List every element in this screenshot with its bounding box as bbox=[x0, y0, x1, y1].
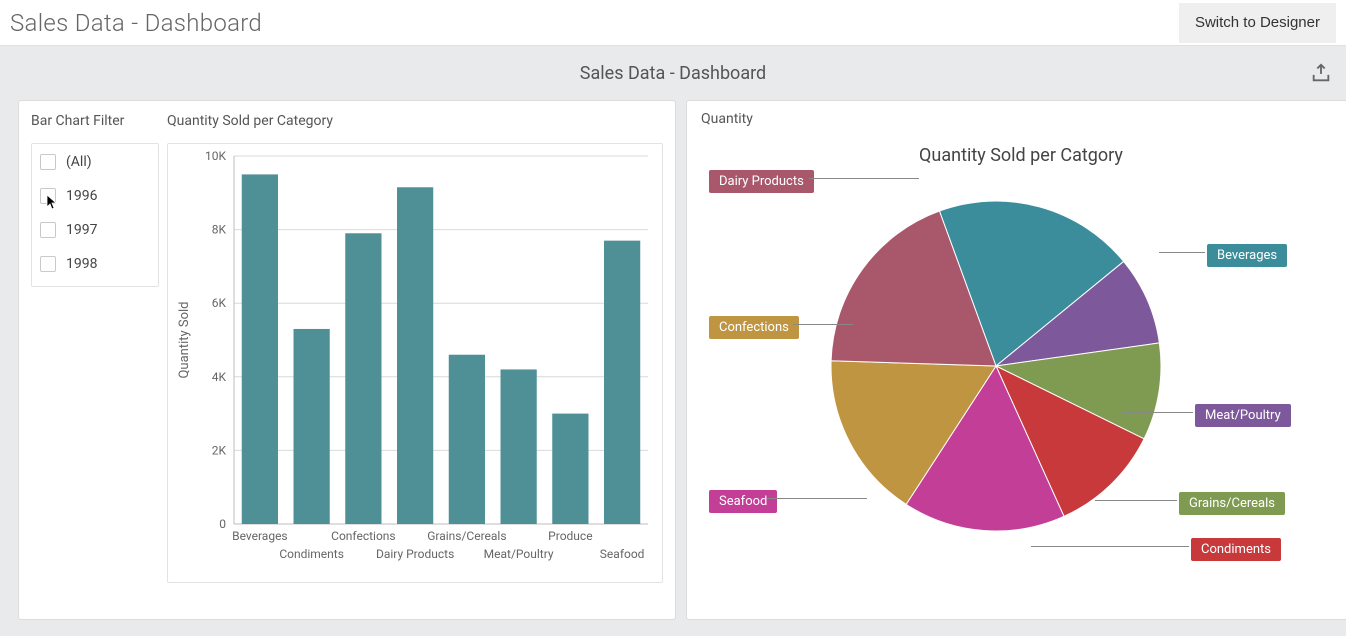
filter-label: 1998 bbox=[66, 256, 97, 272]
filter-label: 1997 bbox=[66, 222, 97, 238]
filter-title: Bar Chart Filter bbox=[31, 113, 159, 129]
svg-text:6K: 6K bbox=[212, 296, 227, 310]
checkbox-icon[interactable] bbox=[40, 222, 56, 238]
filter-column: Bar Chart Filter (All) 1996 1997 bbox=[31, 113, 159, 607]
svg-text:Produce: Produce bbox=[548, 529, 592, 543]
filter-list: (All) 1996 1997 1998 bbox=[31, 143, 159, 287]
filter-item-1998[interactable]: 1998 bbox=[40, 256, 150, 272]
pie-chart-area: Beverages Meat/Poultry Grains/Cereals Condi… bbox=[701, 166, 1341, 596]
pie-label: Grains/Cereals bbox=[1179, 492, 1285, 515]
checkbox-icon[interactable] bbox=[40, 154, 56, 170]
svg-text:Beverages: Beverages bbox=[232, 529, 288, 543]
pie-leader-line bbox=[1031, 546, 1189, 547]
checkbox-icon[interactable] bbox=[40, 188, 56, 204]
pie-label: Dairy Products bbox=[709, 170, 814, 193]
pie-leader-line bbox=[1121, 412, 1193, 413]
dashboard-title: Sales Data - Dashboard bbox=[580, 63, 766, 84]
pie-label: Seafood bbox=[709, 490, 777, 513]
filter-item-1997[interactable]: 1997 bbox=[40, 222, 150, 238]
page-title: Sales Data - Dashboard bbox=[10, 9, 262, 37]
sub-header: Sales Data - Dashboard bbox=[0, 46, 1346, 100]
dashboard-body: Bar Chart Filter (All) 1996 1997 bbox=[0, 100, 1346, 634]
top-bar: Sales Data - Dashboard Switch to Designe… bbox=[0, 0, 1346, 46]
svg-text:Meat/Poultry: Meat/Poultry bbox=[484, 547, 554, 561]
svg-text:8K: 8K bbox=[212, 223, 227, 237]
bar-chart-column: Quantity Sold per Category 0 2K 4K 6K 8K 10K B… bbox=[167, 113, 663, 607]
svg-text:Dairy Products: Dairy Products bbox=[376, 547, 454, 561]
svg-text:0: 0 bbox=[219, 517, 226, 531]
export-icon[interactable] bbox=[1310, 62, 1332, 84]
left-panel: Bar Chart Filter (All) 1996 1997 bbox=[18, 100, 676, 620]
pie-section-title: Quantity bbox=[701, 111, 1341, 127]
filter-label: 1996 bbox=[66, 188, 97, 204]
svg-text:4K: 4K bbox=[212, 370, 227, 384]
pie-label: Meat/Poultry bbox=[1195, 404, 1291, 427]
pie-label: Condiments bbox=[1191, 538, 1281, 561]
right-panel: Quantity Quantity Sold per Catgory Bever… bbox=[686, 100, 1346, 620]
filter-item-all[interactable]: (All) bbox=[40, 154, 150, 170]
svg-text:Grains/Cereals: Grains/Cereals bbox=[427, 529, 506, 543]
checkbox-icon[interactable] bbox=[40, 256, 56, 272]
pie-leader-line bbox=[793, 324, 853, 325]
filter-item-1996[interactable]: 1996 bbox=[40, 188, 150, 204]
switch-designer-button[interactable]: Switch to Designer bbox=[1179, 3, 1336, 43]
bar-chart-frame: 0 2K 4K 6K 8K 10K Beverages Condiments Confectio… bbox=[167, 143, 663, 583]
svg-text:10K: 10K bbox=[205, 149, 226, 163]
svg-text:Quantity Sold: Quantity Sold bbox=[177, 301, 192, 378]
svg-text:Seafood: Seafood bbox=[600, 547, 645, 561]
pie-label: Beverages bbox=[1207, 244, 1287, 267]
bar-chart: 0 2K 4K 6K 8K 10K Beverages Condiments Confectio… bbox=[168, 144, 662, 582]
pie-leader-line bbox=[809, 178, 919, 179]
svg-text:Condiments: Condiments bbox=[279, 547, 344, 561]
bar-chart-title: Quantity Sold per Category bbox=[167, 113, 663, 129]
filter-label: (All) bbox=[66, 154, 92, 170]
pie-leader-line bbox=[767, 498, 867, 499]
pie-chart-title: Quantity Sold per Catgory bbox=[701, 145, 1341, 166]
pie-chart bbox=[701, 166, 1341, 596]
svg-text:2K: 2K bbox=[212, 443, 227, 457]
svg-text:Confections: Confections bbox=[331, 529, 395, 543]
pie-leader-line bbox=[1095, 500, 1177, 501]
pie-label: Confections bbox=[709, 316, 799, 339]
pie-leader-line bbox=[1159, 252, 1205, 253]
